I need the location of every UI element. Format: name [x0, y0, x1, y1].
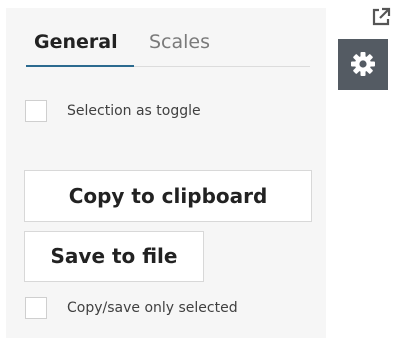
- external-link-icon[interactable]: [371, 7, 391, 27]
- settings-button[interactable]: [338, 39, 388, 90]
- copy-save-selected-label: Copy/save only selected: [67, 300, 238, 316]
- copy-to-clipboard-button[interactable]: Copy to clipboard: [24, 170, 312, 222]
- copy-save-selected-checkbox[interactable]: [25, 297, 47, 319]
- tab-scales[interactable]: Scales: [149, 28, 210, 56]
- save-to-file-button[interactable]: Save to file: [24, 231, 204, 282]
- tab-bar: General Scales: [26, 28, 310, 67]
- selection-toggle-checkbox[interactable]: [25, 100, 47, 122]
- tab-general[interactable]: General: [34, 28, 118, 56]
- selection-toggle-label: Selection as toggle: [67, 103, 201, 119]
- active-tab-indicator: [26, 65, 134, 67]
- gear-icon: [351, 52, 375, 76]
